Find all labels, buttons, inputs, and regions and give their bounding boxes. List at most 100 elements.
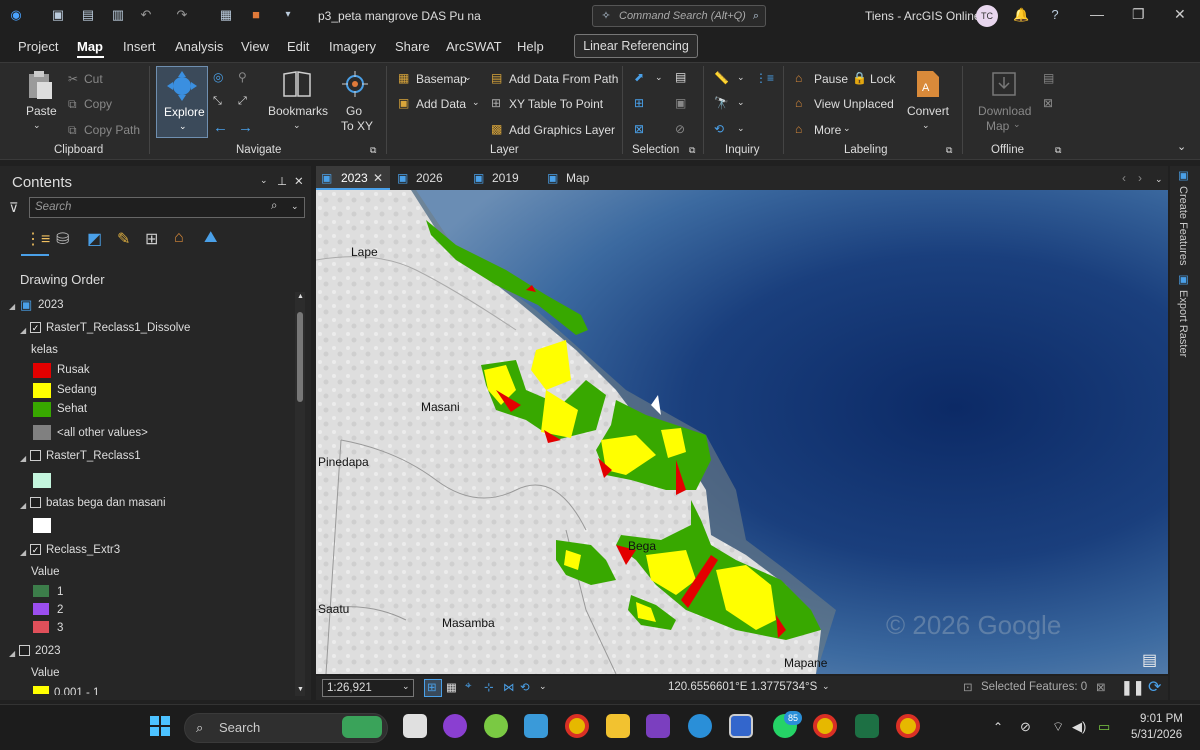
measure-dropdown-icon[interactable]: ⌄ <box>737 72 745 83</box>
scroll-down-icon[interactable]: ▼ <box>297 686 304 693</box>
notification-bell-icon[interactable]: 🔔 <box>1013 7 1029 23</box>
download-dropdown-icon[interactable]: ⌄ <box>1013 119 1021 130</box>
pane-menu-icon[interactable]: ⌄ <box>260 175 268 186</box>
more-button[interactable]: More <box>814 123 841 137</box>
layer2-name[interactable]: RasterT_Reclass1 <box>46 450 141 462</box>
select-by-attributes-icon[interactable]: ⊞ <box>634 96 644 110</box>
sync-off-icon[interactable]: ⊘ <box>1020 719 1031 735</box>
user-label[interactable]: Tiens - ArcGIS Online <box>865 9 981 23</box>
qgis-icon[interactable] <box>484 714 508 738</box>
add-data-button[interactable]: Add Data <box>416 97 466 111</box>
expand-arrow-icon[interactable]: ◢ <box>20 501 26 510</box>
close-icon[interactable]: ✕ <box>1174 6 1186 23</box>
paste-dropdown-icon[interactable]: ⌄ <box>33 120 41 131</box>
create-features-tab[interactable]: Create Features <box>1177 186 1189 265</box>
grid-icon[interactable]: ⊹ <box>484 680 494 694</box>
arcgis-pro-taskbar-icon[interactable] <box>729 714 753 738</box>
map-view[interactable]: Lape Masani Pinedapa Bega Saatu Masamba … <box>316 190 1168 674</box>
list-by-perspective-icon[interactable]: ⛰ <box>204 229 217 247</box>
selected-features-count[interactable]: Selected Features: 0 <box>981 681 1087 693</box>
list-by-editing-icon[interactable]: ✎ <box>117 229 130 249</box>
tab-view[interactable]: View <box>241 39 269 54</box>
battery-icon[interactable]: ▭ <box>1098 719 1110 735</box>
avatar[interactable]: TC <box>976 5 998 27</box>
cut-button[interactable]: Cut <box>84 72 103 86</box>
bookmarks-button[interactable]: Bookmarks <box>268 104 328 118</box>
minimize-icon[interactable]: — <box>1090 6 1104 22</box>
coordinate-dropdown-icon[interactable]: ⌄ <box>737 123 745 134</box>
sync-icon[interactable]: ▤ <box>1043 71 1054 85</box>
open-project-icon[interactable]: ▤ <box>80 7 96 23</box>
next-extent-icon[interactable]: → <box>238 119 253 136</box>
layer3-name[interactable]: batas bega dan masani <box>46 497 166 509</box>
selection-launcher-icon[interactable]: ⧉ <box>689 145 695 156</box>
download-map-button-line1[interactable]: Download <box>978 104 1031 118</box>
windows-start-icon[interactable] <box>150 716 170 736</box>
redo-icon[interactable]: ↷ <box>174 7 190 23</box>
chrome-icon[interactable] <box>565 714 589 738</box>
clock-time[interactable]: 9:01 PM <box>1140 713 1183 725</box>
map-2023-item[interactable]: 2023 <box>38 299 64 311</box>
select-by-location-icon[interactable]: ⊠ <box>634 122 644 136</box>
search-dropdown-icon[interactable]: ⌄ <box>291 201 299 212</box>
list-by-data-source-icon[interactable]: ⛁ <box>56 229 69 249</box>
navigate-launcher-icon[interactable]: ⧉ <box>370 145 376 156</box>
expand-arrow-icon[interactable]: ◢ <box>9 302 15 311</box>
locate-icon[interactable]: ⋮≡ <box>755 71 774 85</box>
tab-arcswat[interactable]: ArcSWAT <box>446 39 502 54</box>
snapping-icon[interactable]: ⌖ <box>465 680 471 693</box>
layer3-checkbox[interactable] <box>30 497 41 508</box>
customize-toolbar-icon[interactable]: ▾ <box>280 7 296 23</box>
tab-scroll-right-icon[interactable]: › <box>1138 171 1142 185</box>
layer1-name[interactable]: RasterT_Reclass1_Dissolve <box>46 322 190 334</box>
basemap-dropdown-icon[interactable]: ⌄ <box>464 72 472 83</box>
lock-button[interactable]: Lock <box>870 72 895 86</box>
map-view-icon[interactable]: ▦ <box>218 7 234 23</box>
previous-extent-icon[interactable]: ← <box>213 119 228 136</box>
attributes-icon[interactable]: ▤ <box>675 70 686 84</box>
go-to-xy-button-line1[interactable]: Go <box>346 104 362 118</box>
view-unplaced-button[interactable]: View Unplaced <box>814 97 894 111</box>
go-to-xy-button-line2[interactable]: To XY <box>341 119 373 133</box>
add-data-dropdown-icon[interactable]: ⌄ <box>472 97 480 108</box>
xy-table-to-point-button[interactable]: XY Table To Point <box>509 97 603 111</box>
paste-button[interactable]: Paste <box>26 104 57 118</box>
scroll-up-icon[interactable]: ▲ <box>297 293 304 300</box>
tab-insert[interactable]: Insert <box>123 39 156 54</box>
layer5-name[interactable]: 2023 <box>35 645 61 657</box>
expand-arrow-icon[interactable]: ◢ <box>20 326 26 335</box>
tab-2019[interactable]: 2019 <box>492 171 519 185</box>
scale-selector[interactable]: 1:26,921 <box>322 679 414 697</box>
pause-button[interactable]: Pause <box>814 72 848 86</box>
wifi-icon[interactable]: ⌔ <box>1052 719 1064 735</box>
save-project-icon[interactable]: ▥ <box>110 7 126 23</box>
notepad-icon[interactable] <box>524 714 548 738</box>
coordinate-format-dropdown-icon[interactable]: ⌄ <box>822 681 830 692</box>
tab-project[interactable]: Project <box>18 39 58 54</box>
basemap-button[interactable]: Basemap <box>416 72 467 86</box>
filter-icon[interactable]: ⊽ <box>9 200 19 216</box>
tab-list-icon[interactable]: ⌄ <box>1155 174 1163 185</box>
command-search-input[interactable]: Command Search (Alt+Q) <box>592 5 766 27</box>
correction-dropdown-icon[interactable]: ⌄ <box>539 681 547 692</box>
file-explorer-icon[interactable] <box>606 714 630 738</box>
undo-icon[interactable]: ↶ <box>138 7 154 23</box>
zoom-out-fixed-icon[interactable]: ⤢ <box>238 95 247 108</box>
offline-launcher-icon[interactable]: ⧉ <box>1055 145 1061 156</box>
layer5-checkbox[interactable] <box>19 645 30 656</box>
convert-dropdown-icon[interactable]: ⌄ <box>922 120 930 131</box>
labeling-launcher-icon[interactable]: ⧉ <box>946 145 952 156</box>
fixed-zoom-icon[interactable]: ⚲ <box>238 70 247 84</box>
tab-help[interactable]: Help <box>517 39 544 54</box>
refresh-disabled-icon[interactable]: ⊠ <box>1096 680 1106 694</box>
help-button[interactable]: ? <box>1047 7 1063 23</box>
tab-imagery[interactable]: Imagery <box>329 39 376 54</box>
list-by-selection-icon[interactable]: ◩ <box>87 229 102 249</box>
tab-linear-referencing[interactable]: Linear Referencing <box>574 34 698 58</box>
tab-2023-label[interactable]: 2023 <box>341 171 368 185</box>
remove-offline-icon[interactable]: ⊠ <box>1043 96 1053 110</box>
close-pane-icon[interactable]: ✕ <box>294 174 304 188</box>
edge-icon[interactable] <box>688 714 712 738</box>
infographics-icon[interactable]: 🔭 <box>714 96 729 110</box>
layer4-name[interactable]: Reclass_Extr3 <box>46 544 120 556</box>
